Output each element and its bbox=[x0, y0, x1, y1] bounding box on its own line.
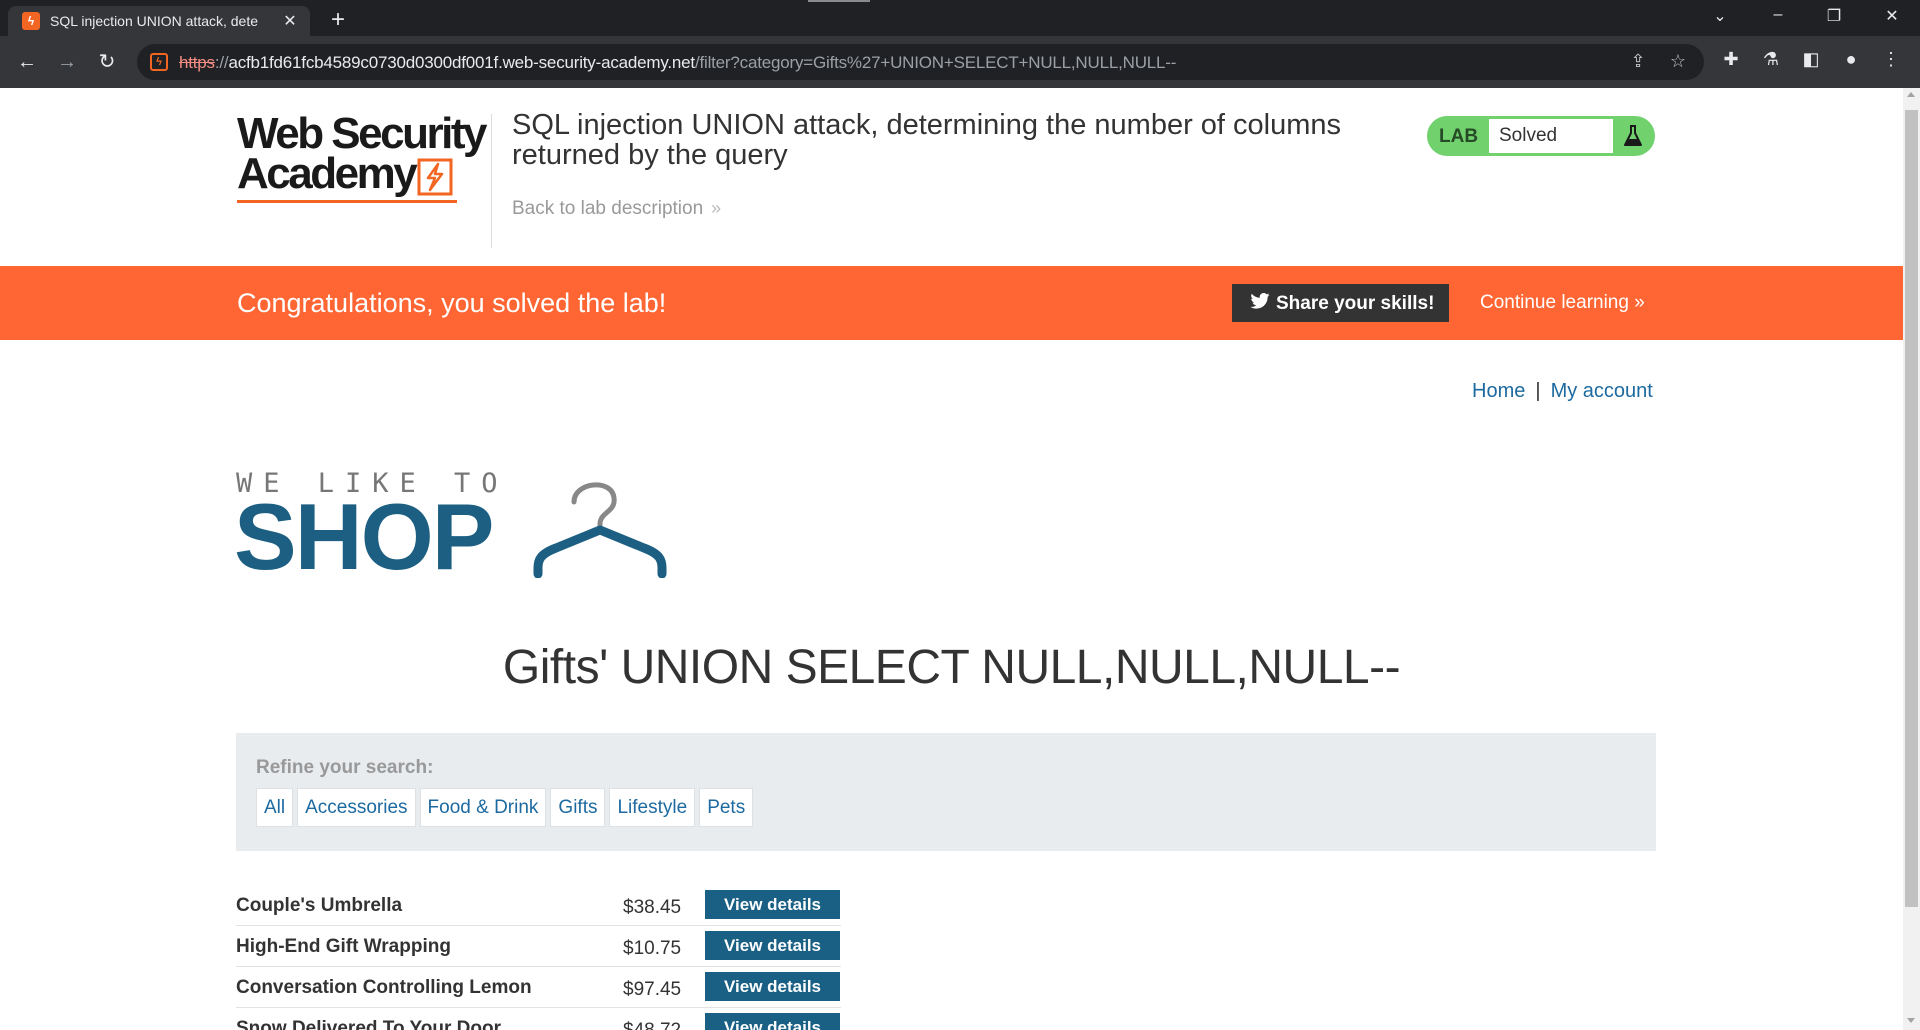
browser-tab-bar: ϟ SQL injection UNION attack, dete ✕ + ⌄… bbox=[0, 0, 1920, 36]
lab-title: SQL injection UNION attack, determining … bbox=[512, 109, 1342, 171]
browser-toolbar: ← → ↻ ϟ https://acfb1fd61fcb4589c0730d03… bbox=[0, 36, 1920, 88]
category-filter-list: All Accessories Food & Drink Gifts Lifes… bbox=[256, 788, 757, 827]
filter-pets[interactable]: Pets bbox=[699, 788, 754, 827]
side-panel-icon[interactable]: ◧ bbox=[1798, 49, 1824, 70]
tab-favicon-icon: ϟ bbox=[22, 12, 40, 30]
browser-tab-active[interactable]: ϟ SQL injection UNION attack, dete ✕ bbox=[8, 6, 310, 36]
double-chevron-right-icon: » bbox=[711, 198, 722, 218]
view-details-button[interactable]: View details bbox=[705, 931, 840, 960]
academy-header: Web Security Academy SQL injection UNION… bbox=[0, 88, 1903, 266]
refine-search-panel: Refine your search: All Accessories Food… bbox=[236, 733, 1656, 851]
my-account-link[interactable]: My account bbox=[1551, 380, 1653, 402]
product-list: Couple's Umbrella $38.45 View details Hi… bbox=[236, 885, 841, 1030]
product-name: Snow Delivered To Your Door bbox=[236, 1018, 501, 1030]
url-host: acfb1fd61fcb4589c0730d0300df001f.web-sec… bbox=[228, 53, 695, 72]
scrollbar-thumb[interactable] bbox=[1905, 110, 1918, 907]
web-security-academy-logo[interactable]: Web Security Academy bbox=[237, 112, 487, 203]
view-details-button[interactable]: View details bbox=[705, 1013, 840, 1030]
scroll-down-arrow-icon[interactable] bbox=[1907, 1018, 1915, 1023]
scroll-up-arrow-icon[interactable] bbox=[1907, 92, 1915, 97]
view-details-button[interactable]: View details bbox=[705, 890, 840, 919]
continue-learning-link[interactable]: Continue learning » bbox=[1480, 292, 1645, 314]
logo-line2: Academy bbox=[237, 149, 418, 198]
new-tab-plus-icon[interactable]: + bbox=[326, 8, 350, 32]
url-scheme: https bbox=[179, 53, 215, 72]
minimize-window-icon[interactable]: – bbox=[1766, 6, 1790, 24]
url-path: /filter?category=Gifts%27+UNION+SELECT+N… bbox=[694, 53, 1177, 72]
nav-separator: | bbox=[1535, 380, 1541, 402]
url-separator: :// bbox=[214, 53, 229, 72]
close-window-icon[interactable]: ✕ bbox=[1880, 6, 1904, 26]
shop-logo: WE LIKE TO SHOP bbox=[234, 468, 696, 584]
category-heading: Gifts' UNION SELECT NULL,NULL,NULL-- bbox=[502, 641, 1401, 694]
product-price: $48.72 bbox=[623, 1020, 681, 1030]
top-nav-links: Home | My account bbox=[1472, 380, 1653, 403]
clothes-hanger-icon bbox=[533, 482, 667, 578]
tab-drag-indicator bbox=[808, 0, 870, 2]
site-info-icon[interactable]: ϟ bbox=[150, 53, 168, 71]
home-link[interactable]: Home bbox=[1472, 380, 1525, 402]
product-price: $97.45 bbox=[623, 979, 682, 1000]
double-chevron-right-icon: » bbox=[1634, 292, 1645, 313]
lab-status-label: LAB bbox=[1439, 126, 1479, 147]
logo-underline bbox=[237, 200, 457, 203]
header-divider bbox=[491, 114, 492, 248]
product-row: Conversation Controlling Lemon $97.45 Vi… bbox=[236, 967, 841, 1008]
product-price: $38.45 bbox=[623, 897, 682, 918]
url-text[interactable]: https://acfb1fd61fcb4589c0730d0300df001f… bbox=[179, 53, 1176, 73]
filter-all[interactable]: All bbox=[256, 788, 294, 827]
flask-icon bbox=[1624, 125, 1642, 146]
logo-bolt-icon bbox=[417, 158, 453, 196]
continue-learning-label: Continue learning bbox=[1480, 292, 1629, 313]
lab-status-value: Solved bbox=[1489, 119, 1613, 153]
view-details-button[interactable]: View details bbox=[705, 972, 840, 1001]
twitter-bird-icon bbox=[1250, 292, 1272, 315]
page-viewport: Web Security Academy SQL injection UNION… bbox=[0, 88, 1903, 1030]
lab-status-widget: LAB Solved bbox=[1427, 116, 1655, 156]
filter-food-drink[interactable]: Food & Drink bbox=[419, 788, 547, 827]
tab-title: SQL injection UNION attack, dete bbox=[50, 13, 259, 29]
filter-lifestyle[interactable]: Lifestyle bbox=[609, 788, 696, 827]
product-price: $10.75 bbox=[623, 938, 682, 959]
product-name: High-End Gift Wrapping bbox=[236, 936, 451, 957]
shop-wordmark: SHOP bbox=[234, 484, 494, 589]
bookmark-star-icon[interactable]: ☆ bbox=[1667, 51, 1689, 72]
product-row: High-End Gift Wrapping $10.75 View detai… bbox=[236, 926, 841, 967]
back-to-lab-description-link[interactable]: Back to lab description » bbox=[512, 198, 721, 220]
back-link-label: Back to lab description bbox=[512, 198, 704, 219]
restore-window-icon[interactable]: ❐ bbox=[1822, 6, 1846, 26]
browser-menu-icon[interactable]: ⋮ bbox=[1878, 49, 1904, 70]
share-skills-button[interactable]: Share your skills! bbox=[1232, 284, 1449, 322]
forward-arrow-icon[interactable]: → bbox=[53, 48, 81, 76]
share-skills-label: Share your skills! bbox=[1276, 293, 1435, 314]
page-scrollbar[interactable] bbox=[1903, 88, 1920, 1030]
reload-icon[interactable]: ↻ bbox=[93, 48, 121, 76]
share-page-icon[interactable]: ⇪ bbox=[1627, 51, 1649, 72]
tab-search-chevron-icon[interactable]: ⌄ bbox=[1708, 6, 1732, 26]
product-name: Conversation Controlling Lemon bbox=[236, 977, 532, 998]
product-row: Couple's Umbrella $38.45 View details bbox=[236, 885, 841, 926]
product-name: Couple's Umbrella bbox=[236, 895, 403, 916]
solved-banner: Congratulations, you solved the lab! Sha… bbox=[0, 266, 1903, 340]
refine-search-label: Refine your search: bbox=[256, 757, 434, 778]
congratulations-message: Congratulations, you solved the lab! bbox=[237, 288, 667, 318]
filter-gifts[interactable]: Gifts bbox=[550, 788, 606, 827]
back-arrow-icon[interactable]: ← bbox=[13, 48, 41, 76]
profile-avatar-icon[interactable]: ● bbox=[1838, 49, 1864, 70]
product-row: Snow Delivered To Your Door $48.72 View … bbox=[236, 1008, 841, 1030]
filter-accessories[interactable]: Accessories bbox=[297, 788, 416, 827]
extensions-puzzle-icon[interactable]: ✚ bbox=[1718, 49, 1744, 70]
tab-close-icon[interactable]: ✕ bbox=[280, 11, 300, 31]
address-bar[interactable]: ϟ https://acfb1fd61fcb4589c0730d0300df00… bbox=[137, 44, 1704, 80]
lab-flask-extension-icon[interactable]: ⚗ bbox=[1758, 49, 1784, 70]
